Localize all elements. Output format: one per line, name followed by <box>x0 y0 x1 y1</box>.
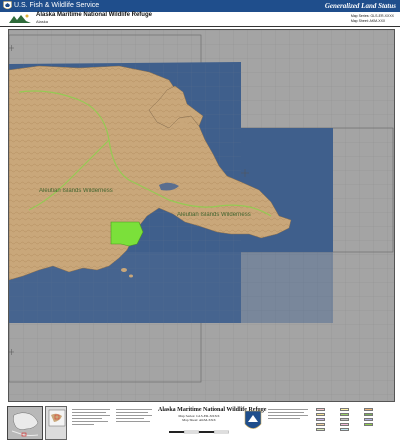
refuge-state: Alaska <box>36 19 49 24</box>
refuge-title: Alaska Maritime National Wildlife Refuge <box>36 12 152 18</box>
islet <box>129 274 133 278</box>
legend-swatch <box>316 413 325 416</box>
legend-swatch <box>316 423 325 426</box>
map-series-block: Map Series: GLS-ER-XXXX Map Sheet: AKM-X… <box>351 14 394 23</box>
footer-legend: Alaska Maritime National Wildlife Refuge… <box>0 404 400 443</box>
footer-title: Alaska Maritime National Wildlife Refuge <box>158 407 267 413</box>
legend-column-3 <box>364 408 373 428</box>
scale-bar <box>169 430 230 434</box>
land-status-text <box>268 409 310 437</box>
legend-swatch <box>340 413 349 416</box>
sheet-index-inset <box>45 406 67 440</box>
wilderness-label-east: Aleutian Islands Wilderness <box>177 212 251 218</box>
footer-map-sheet: Map Sheet: AKM-XXX <box>182 418 216 422</box>
wilderness-label-west: Aleutian Islands Wilderness <box>39 188 113 194</box>
legend-swatch <box>364 413 373 416</box>
title-band: Alaska Maritime National Wildlife Refuge… <box>0 12 400 27</box>
islet <box>178 122 188 128</box>
legend-swatch <box>340 408 349 411</box>
agency-name: U.S. Fish & Wildlife Service <box>14 2 100 9</box>
legend-swatch <box>340 418 349 421</box>
islet <box>121 268 127 272</box>
legend-swatch <box>316 428 325 431</box>
map-frame: Aleutian Islands Wilderness Aleutian Isl… <box>8 29 395 402</box>
alaska-locator-map <box>8 407 42 439</box>
map-sheet-id: Map Sheet: AKM-XXX <box>350 18 386 23</box>
footer-title-block: Alaska Maritime National Wildlife Refuge… <box>158 407 267 440</box>
disclaimer-text <box>72 409 112 437</box>
legend-column-1 <box>316 408 325 433</box>
legend-column-2 <box>340 408 349 433</box>
legend-swatch <box>340 423 349 426</box>
islet <box>189 110 195 114</box>
legend-swatch <box>364 418 373 421</box>
sheet-index-map <box>48 409 66 427</box>
legend-swatch <box>364 423 373 426</box>
map-status-title: Generalized Land Status <box>324 2 396 10</box>
legend-swatch <box>340 428 349 431</box>
legend-swatch <box>364 408 373 411</box>
legend-swatch <box>316 408 325 411</box>
map-series: Map Series: GLS-ER-XXXX <box>350 14 394 18</box>
map-sheet: U.S. Fish & Wildlife Service Generalized… <box>0 0 400 443</box>
locator-inset-map <box>7 406 43 440</box>
header-bar: U.S. Fish & Wildlife Service Generalized… <box>0 0 400 12</box>
notes-text <box>116 409 154 437</box>
legend-swatch <box>316 418 325 421</box>
map-canvas: Aleutian Islands Wilderness Aleutian Isl… <box>9 30 394 401</box>
refuge-logo-icon <box>8 13 32 25</box>
usfws-shield-icon <box>3 1 12 10</box>
usfws-emblem-icon <box>244 410 262 429</box>
